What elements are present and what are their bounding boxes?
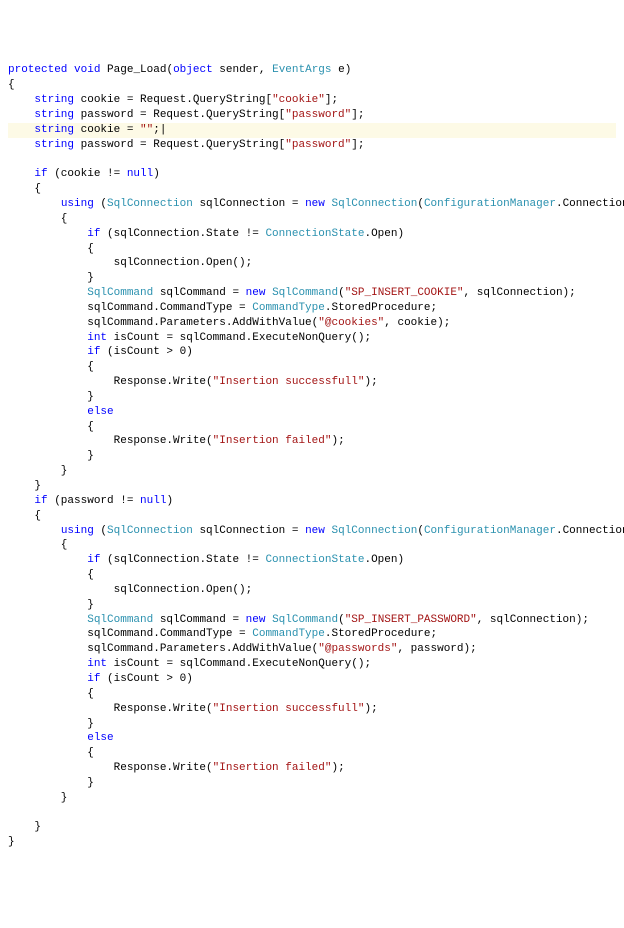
keyword: object — [173, 64, 213, 76]
keyword: void — [74, 64, 100, 76]
type: EventArgs — [272, 64, 331, 76]
highlighted-line: string cookie = "";| — [8, 123, 616, 138]
method-name: Page_Load( — [100, 64, 173, 76]
keyword: protected — [8, 64, 67, 76]
code-editor[interactable]: protected void Page_Load(object sender, … — [8, 63, 616, 850]
